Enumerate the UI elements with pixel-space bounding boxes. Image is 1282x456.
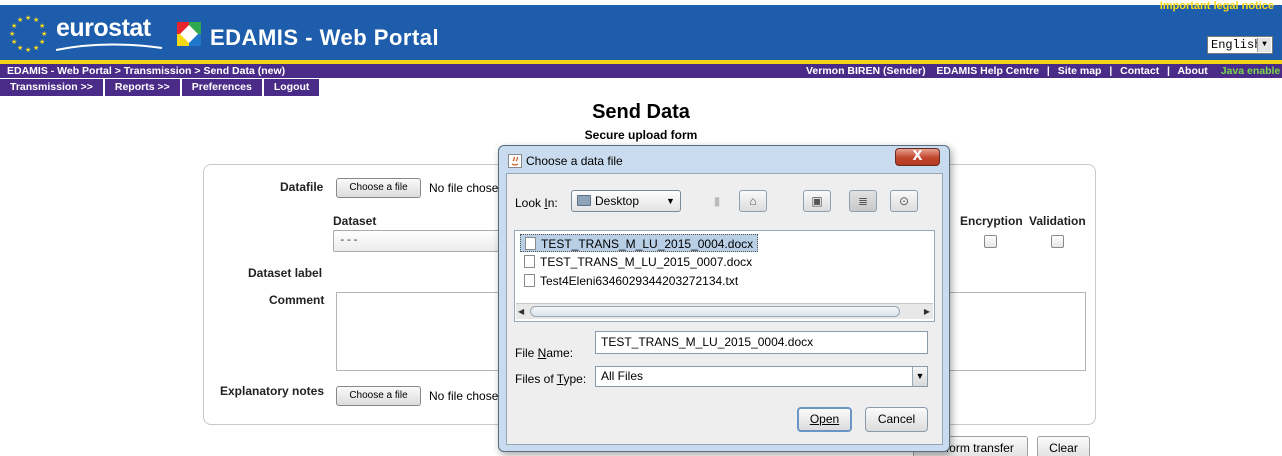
- link-separator: |: [1046, 65, 1050, 77]
- svg-text:★: ★: [39, 38, 45, 46]
- svg-text:★: ★: [41, 30, 47, 38]
- portal-header: ★ ★ ★ ★ ★ ★ ★ ★ ★ ★ ★ ★ eurostat EDAMIS - Web Po…: [0, 0, 1282, 60]
- edamis-logo-icon: [177, 22, 201, 46]
- language-value: English: [1211, 38, 1262, 52]
- svg-text:★: ★: [11, 38, 17, 46]
- svg-text:★: ★: [39, 22, 45, 30]
- open-button[interactable]: Open: [797, 407, 852, 432]
- about-link[interactable]: About: [1177, 65, 1207, 77]
- svg-text:★: ★: [17, 16, 23, 24]
- notes-status: No file chose: [429, 389, 499, 403]
- document-icon: [525, 237, 536, 250]
- dataset-label: Dataset: [333, 214, 377, 228]
- chevron-down-icon: ▼: [666, 196, 675, 206]
- contact-link[interactable]: Contact: [1120, 65, 1159, 77]
- comment-textarea[interactable]: [336, 292, 506, 371]
- files-of-type-label: Files of Type:: [515, 372, 587, 386]
- file-name: TEST_TRANS_M_LU_2015_0007.docx: [540, 255, 753, 269]
- file-name-input[interactable]: TEST_TRANS_M_LU_2015_0004.docx: [595, 331, 928, 354]
- legal-notice-link[interactable]: Important legal notice: [1160, 0, 1274, 12]
- files-of-type-select[interactable]: All Files ▼: [595, 366, 928, 387]
- clear-button[interactable]: Clear: [1037, 436, 1090, 456]
- chevron-down-icon: ▼: [912, 367, 927, 386]
- scroll-right-icon[interactable]: ▶: [924, 307, 930, 316]
- breadcrumb-bar: EDAMIS - Web Portal > Transmission > Sen…: [0, 64, 1282, 78]
- svg-text:★: ★: [25, 14, 31, 22]
- dialog-title: Choose a data file: [526, 154, 623, 168]
- main-menu: Transmission >> Reports >> Preferences L…: [0, 79, 320, 96]
- document-icon: [524, 274, 535, 287]
- validation-label: Validation: [1029, 214, 1086, 228]
- files-of-type-value: All Files: [601, 369, 644, 383]
- look-in-label: Look In:: [515, 196, 558, 210]
- svg-text:★: ★: [9, 30, 15, 38]
- datafile-label: Datafile: [280, 180, 324, 194]
- comment-textarea-right[interactable]: [946, 292, 1086, 371]
- document-icon: [524, 255, 535, 268]
- explanatory-notes-label: Explanatory notes: [220, 384, 325, 398]
- svg-text:★: ★: [33, 44, 39, 52]
- encryption-checkbox[interactable]: [984, 235, 997, 248]
- eurostat-swoosh-icon: [55, 43, 163, 51]
- site-map-link[interactable]: Site map: [1058, 65, 1102, 77]
- list-view-icon[interactable]: ≣: [849, 190, 877, 212]
- svg-text:★: ★: [17, 44, 23, 52]
- dataset-label-label: Dataset label: [248, 266, 323, 280]
- horizontal-scrollbar[interactable]: ◀ ▶: [516, 303, 933, 319]
- java-status: Java enable: [1220, 65, 1281, 77]
- language-select[interactable]: English ▼: [1207, 36, 1273, 54]
- link-separator: |: [1167, 65, 1170, 77]
- folder-icon: [577, 195, 591, 206]
- list-item[interactable]: TEST_TRANS_M_LU_2015_0007.docx: [520, 253, 756, 271]
- eurostat-logo-text: eurostat: [56, 14, 151, 42]
- notes-choose-button[interactable]: Choose a file: [336, 386, 421, 406]
- menu-logout[interactable]: Logout: [263, 79, 320, 96]
- datafile-choose-button[interactable]: Choose a file: [336, 178, 421, 198]
- encryption-label: Encryption: [960, 214, 1023, 228]
- comment-label: Comment: [269, 293, 325, 307]
- eu-flag-icon: ★ ★★ ★★★ ★★★ ★★★: [9, 14, 47, 54]
- file-name: Test4Eleni6346029344203272134.txt: [540, 274, 739, 288]
- page-title: Send Data: [592, 101, 690, 123]
- file-chooser-dialog: Choose a data file X Look In: Desktop ▼ …: [498, 145, 950, 452]
- new-folder-icon[interactable]: ▣: [803, 190, 831, 212]
- dialog-body: Look In: Desktop ▼ ▮ ⌂ ▣ ≣ ⊙ TEST_TRANS_…: [506, 173, 943, 445]
- dataset-select[interactable]: ---: [333, 230, 513, 252]
- details-view-icon[interactable]: ⊙: [890, 190, 918, 212]
- breadcrumb: EDAMIS - Web Portal > Transmission > Sen…: [7, 65, 286, 77]
- menu-reports[interactable]: Reports >>: [104, 79, 180, 96]
- list-item[interactable]: Test4Eleni6346029344203272134.txt: [520, 272, 742, 290]
- list-item[interactable]: TEST_TRANS_M_LU_2015_0004.docx: [520, 234, 759, 252]
- link-separator: |: [1109, 65, 1113, 77]
- file-name-label: File Name:: [515, 346, 574, 360]
- datafile-status: No file chose: [429, 181, 499, 195]
- dialog-titlebar[interactable]: Choose a data file X: [499, 146, 949, 174]
- open-button-label: Open: [809, 412, 840, 426]
- user-name-link[interactable]: Vermon BIREN (Sender): [806, 65, 926, 77]
- file-name: TEST_TRANS_M_LU_2015_0004.docx: [541, 237, 754, 251]
- menu-transmission[interactable]: Transmission >>: [0, 79, 103, 96]
- menu-preferences[interactable]: Preferences: [181, 79, 262, 96]
- svg-text:★: ★: [25, 46, 31, 54]
- top-strip: [0, 0, 1282, 5]
- chevron-down-icon: ▼: [1257, 38, 1271, 52]
- file-list: TEST_TRANS_M_LU_2015_0004.docx TEST_TRAN…: [514, 230, 935, 322]
- scroll-left-icon[interactable]: ◀: [518, 307, 524, 316]
- validation-checkbox[interactable]: [1051, 235, 1064, 248]
- home-icon[interactable]: ⌂: [739, 190, 767, 212]
- look-in-value: Desktop: [595, 194, 640, 208]
- cancel-button[interactable]: Cancel: [865, 407, 928, 432]
- look-in-select[interactable]: Desktop ▼: [571, 190, 681, 212]
- up-folder-icon[interactable]: ▮: [703, 190, 731, 212]
- scrollbar-thumb[interactable]: [530, 306, 900, 317]
- close-button[interactable]: X: [895, 148, 940, 166]
- java-icon: [508, 154, 522, 168]
- portal-title: EDAMIS - Web Portal: [210, 25, 440, 50]
- user-links: Vermon BIREN (Sender) EDAMIS Help Centre…: [806, 65, 1282, 77]
- page-subtitle: Secure upload form: [584, 128, 698, 142]
- help-centre-link[interactable]: EDAMIS Help Centre: [936, 65, 1039, 77]
